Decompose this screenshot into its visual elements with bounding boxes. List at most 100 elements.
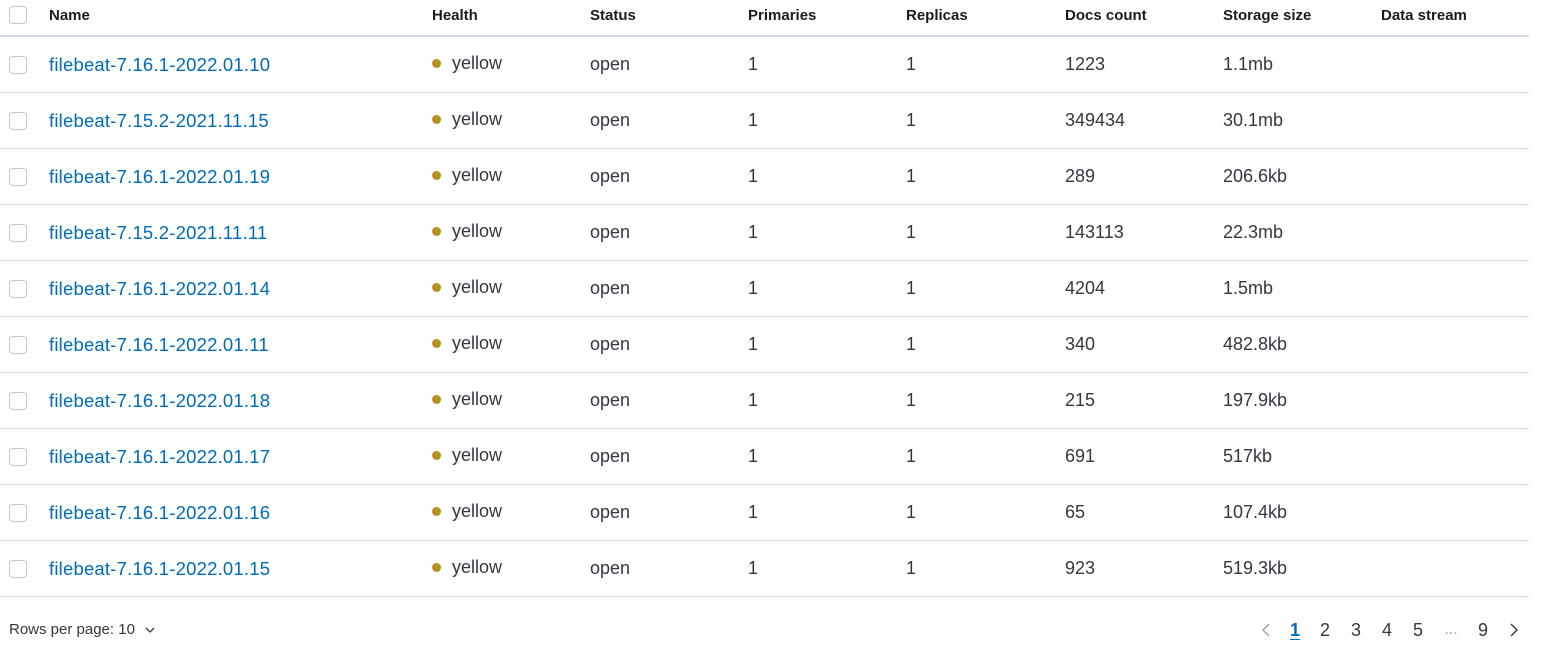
column-header-primaries[interactable]: Primaries (748, 0, 816, 35)
index-name-link[interactable]: filebeat-7.16.1-2022.01.11 (49, 334, 269, 356)
index-name-link[interactable]: filebeat-7.16.1-2022.01.14 (49, 278, 270, 300)
index-primaries: 1 (748, 110, 759, 130)
chevron-left-icon[interactable] (1255, 618, 1277, 642)
column-header-replicas[interactable]: Replicas (906, 0, 968, 35)
index-name-link[interactable]: filebeat-7.16.1-2022.01.18 (49, 390, 270, 412)
column-header-storage-size[interactable]: Storage size (1223, 0, 1311, 35)
health-label: yellow (452, 500, 503, 521)
index-health: yellow (432, 93, 502, 148)
index-health: yellow (432, 205, 502, 260)
row-checkbox[interactable] (9, 55, 27, 74)
row-checkbox-cell (9, 261, 27, 316)
index-replicas: 1 (906, 334, 917, 354)
index-name-link[interactable]: filebeat-7.16.1-2022.01.19 (49, 166, 270, 188)
health-dot-icon (432, 58, 441, 68)
health-label: yellow (452, 164, 503, 185)
indices-table: Name Health Status Primaries Replicas Do… (0, 0, 1529, 597)
index-name-cell: filebeat-7.16.1-2022.01.16 (49, 485, 270, 540)
index-replicas: 1 (906, 166, 917, 186)
index-storage-size: 30.1mb (1223, 110, 1284, 130)
table-row: filebeat-7.16.1-2022.01.16 yellow open 1 1 65… (0, 485, 1529, 541)
row-checkbox[interactable] (9, 447, 27, 466)
index-replicas: 1 (906, 446, 917, 466)
index-health: yellow (432, 37, 502, 92)
index-primaries: 1 (748, 446, 759, 466)
select-all-cell (9, 0, 27, 35)
row-checkbox[interactable] (9, 111, 27, 130)
index-name-cell: filebeat-7.15.2-2021.11.11 (49, 205, 267, 260)
index-health: yellow (432, 541, 502, 596)
index-health: yellow (432, 317, 502, 372)
index-docs-count: 65 (1065, 502, 1086, 522)
health-label: yellow (452, 332, 503, 353)
index-storage-size: 22.3mb (1223, 222, 1284, 242)
table-row: filebeat-7.16.1-2022.01.19 yellow open 1 1 28… (0, 149, 1529, 205)
index-name-link[interactable]: filebeat-7.16.1-2022.01.10 (49, 54, 270, 76)
rows-per-page-label: Rows per page: 10 (9, 621, 135, 638)
select-all-checkbox[interactable] (9, 6, 27, 24)
column-header-docs-count[interactable]: Docs count (1065, 0, 1147, 35)
index-health: yellow (432, 485, 502, 540)
page-button-1[interactable]: 1 (1285, 618, 1305, 642)
row-checkbox-cell (9, 205, 27, 260)
index-name-link[interactable]: filebeat-7.15.2-2021.11.15 (49, 110, 269, 132)
row-checkbox[interactable] (9, 223, 27, 242)
health-dot-icon (432, 170, 441, 180)
health-dot-icon (432, 506, 441, 516)
health-label: yellow (452, 388, 503, 409)
index-primaries: 1 (748, 166, 759, 186)
row-checkbox[interactable] (9, 503, 27, 522)
row-checkbox[interactable] (9, 167, 27, 186)
health-dot-icon (432, 338, 441, 348)
index-name-link[interactable]: filebeat-7.16.1-2022.01.15 (49, 558, 270, 580)
index-name-link[interactable]: filebeat-7.16.1-2022.01.16 (49, 502, 270, 524)
index-primaries: 1 (748, 278, 759, 298)
index-docs-count: 923 (1065, 558, 1096, 578)
health-label: yellow (452, 276, 503, 297)
row-checkbox[interactable] (9, 391, 27, 410)
index-docs-count: 215 (1065, 390, 1096, 410)
row-checkbox-cell (9, 317, 27, 372)
page-button-3[interactable]: 3 (1346, 618, 1366, 642)
index-primaries: 1 (748, 222, 759, 242)
column-header-health[interactable]: Health (432, 0, 478, 35)
index-name-cell: filebeat-7.16.1-2022.01.15 (49, 541, 270, 596)
index-replicas: 1 (906, 502, 917, 522)
index-name-cell: filebeat-7.16.1-2022.01.19 (49, 149, 270, 204)
page-button-2[interactable]: 2 (1315, 618, 1335, 642)
index-status: open (590, 446, 631, 466)
index-storage-size: 1.5mb (1223, 278, 1274, 298)
index-replicas: 1 (906, 110, 917, 130)
row-checkbox[interactable] (9, 559, 27, 578)
health-dot-icon (432, 226, 441, 236)
index-storage-size: 1.1mb (1223, 54, 1274, 74)
rows-per-page-button[interactable]: Rows per page: 10 (9, 621, 156, 638)
row-checkbox[interactable] (9, 279, 27, 298)
column-header-name[interactable]: Name (49, 0, 90, 35)
table-header-row: Name Health Status Primaries Replicas Do… (0, 0, 1529, 37)
row-checkbox[interactable] (9, 335, 27, 354)
index-name-link[interactable]: filebeat-7.15.2-2021.11.11 (49, 222, 267, 244)
index-status: open (590, 54, 631, 74)
health-label: yellow (452, 556, 503, 577)
chevron-down-icon (144, 624, 156, 636)
column-header-status[interactable]: Status (590, 0, 636, 35)
index-replicas: 1 (906, 278, 917, 298)
health-dot-icon (432, 450, 441, 460)
index-name-cell: filebeat-7.16.1-2022.01.11 (49, 317, 269, 372)
chevron-right-icon[interactable] (1503, 618, 1525, 642)
pagination-ellipsis: ... (1444, 621, 1458, 638)
index-status: open (590, 166, 631, 186)
index-name-link[interactable]: filebeat-7.16.1-2022.01.17 (49, 446, 270, 468)
index-replicas: 1 (906, 558, 917, 578)
index-storage-size: 206.6kb (1223, 166, 1288, 186)
column-header-data-stream[interactable]: Data stream (1381, 0, 1467, 35)
page-button-4[interactable]: 4 (1377, 618, 1397, 642)
index-primaries: 1 (748, 54, 759, 74)
index-name-cell: filebeat-7.15.2-2021.11.15 (49, 93, 269, 148)
table-body: filebeat-7.16.1-2022.01.10 yellow open 1 1 1 2… (0, 37, 1529, 597)
health-label: yellow (452, 108, 503, 129)
page-button-9[interactable]: 9 (1473, 618, 1493, 642)
index-storage-size: 517kb (1223, 446, 1273, 466)
page-button-5[interactable]: 5 (1408, 618, 1428, 642)
